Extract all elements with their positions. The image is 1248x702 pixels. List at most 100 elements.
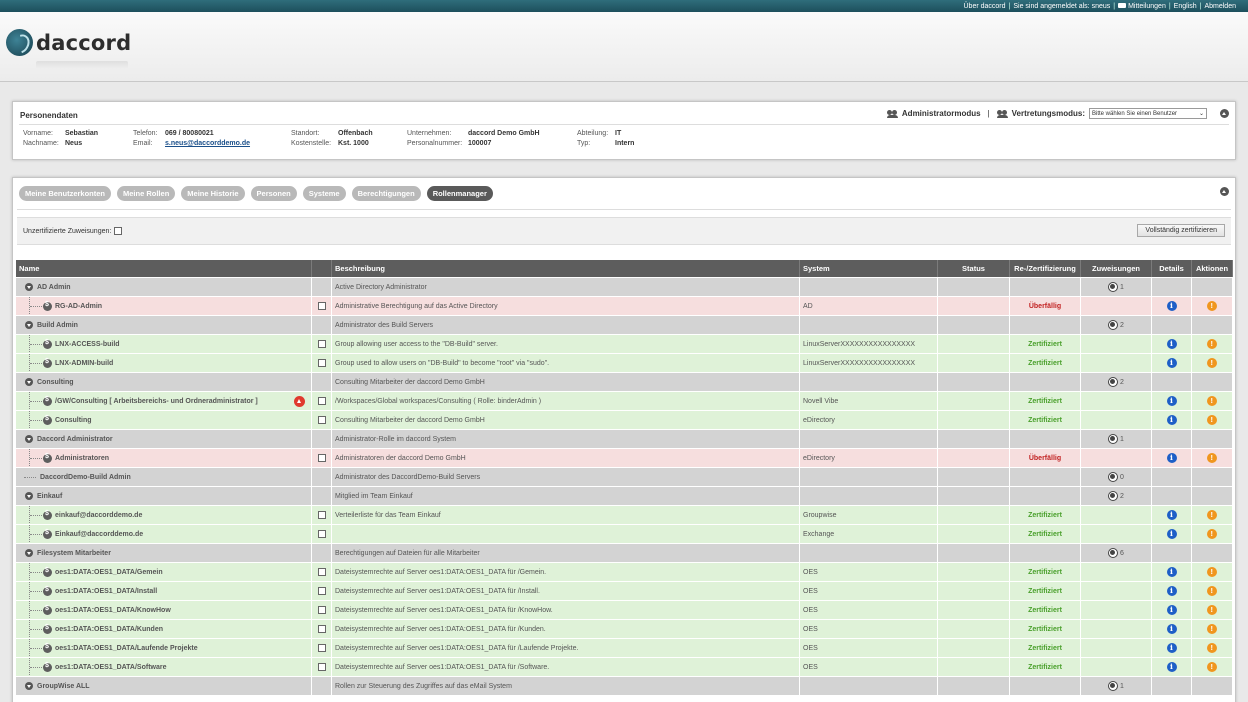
action-icon[interactable] (1207, 358, 1217, 368)
row-checkbox[interactable] (317, 397, 326, 405)
tab-meine-benutzerkonten[interactable]: Meine Benutzerkonten (19, 186, 112, 201)
permission-name[interactable]: oes1:DATA:OES1_DATA/Laufende Projekte (55, 645, 198, 652)
row-checkbox[interactable] (317, 606, 326, 614)
action-icon[interactable] (1207, 510, 1217, 520)
row-checkbox[interactable] (317, 340, 326, 348)
row-checkbox[interactable] (317, 530, 326, 538)
tab-rollenmanager[interactable]: Rollenmanager (426, 186, 493, 201)
about-link[interactable]: Über daccord (964, 3, 1006, 10)
permission-name[interactable]: oes1:DATA:OES1_DATA/Install (55, 588, 157, 595)
info-icon[interactable] (1166, 643, 1177, 653)
role-name[interactable]: Consulting (37, 379, 74, 386)
tab-personen[interactable]: Personen (250, 186, 297, 201)
row-checkbox[interactable] (317, 663, 326, 671)
info-icon[interactable] (1166, 586, 1177, 596)
status-cell (938, 487, 1010, 505)
role-name[interactable]: Build Admin (37, 322, 78, 329)
permission-name[interactable]: RG-AD-Admin (55, 303, 102, 310)
certify-all-button[interactable]: Vollständig zertifizieren (1137, 224, 1225, 237)
role-name[interactable]: AD Admin (37, 284, 71, 291)
uncertified-checkbox[interactable] (114, 227, 123, 235)
action-icon[interactable] (1207, 643, 1217, 653)
row-checkbox[interactable] (317, 587, 326, 595)
info-icon[interactable] (1166, 624, 1177, 634)
language-link[interactable]: English (1174, 3, 1197, 10)
info-icon[interactable] (1166, 301, 1177, 311)
collapse-icon[interactable] (1220, 109, 1229, 118)
action-icon[interactable] (1207, 453, 1217, 463)
permission-name[interactable]: einkauf@daccorddemo.de (55, 512, 142, 519)
select-cell (312, 601, 332, 619)
action-icon[interactable] (1207, 529, 1217, 539)
permission-name[interactable]: Einkauf@daccorddemo.de (55, 531, 143, 538)
row-checkbox[interactable] (317, 302, 326, 310)
row-checkbox[interactable] (317, 568, 326, 576)
expand-toggle-icon[interactable] (25, 378, 33, 386)
expand-toggle-icon[interactable] (25, 321, 33, 329)
header-status[interactable]: Status (938, 260, 1010, 277)
action-icon[interactable] (1207, 605, 1217, 615)
info-icon[interactable] (1166, 453, 1177, 463)
permission-name[interactable]: oes1:DATA:OES1_DATA/Kunden (55, 626, 163, 633)
permission-name[interactable]: Administratoren (55, 455, 109, 462)
admin-mode-link[interactable]: Administratormodus (902, 109, 981, 118)
info-icon[interactable] (1166, 605, 1177, 615)
action-icon[interactable] (1207, 662, 1217, 672)
info-icon[interactable] (1166, 396, 1177, 406)
info-icon[interactable] (1166, 662, 1177, 672)
permission-name[interactable]: LNX-ADMIN-build (55, 360, 113, 367)
row-checkbox[interactable] (317, 644, 326, 652)
expand-toggle-icon[interactable] (25, 549, 33, 557)
permission-name[interactable]: /GW/Consulting [ Arbeitsbereichs- und Or… (55, 398, 258, 405)
action-icon[interactable] (1207, 586, 1217, 596)
email-link[interactable]: s.neus@daccorddemo.de (165, 140, 250, 147)
expand-toggle-icon[interactable] (25, 492, 33, 500)
role-name[interactable]: Einkauf (37, 493, 62, 500)
expand-toggle-icon[interactable] (25, 682, 33, 690)
row-checkbox[interactable] (317, 625, 326, 633)
action-icon[interactable] (1207, 301, 1217, 311)
field-value: 100007 (468, 140, 492, 147)
action-icon[interactable] (1207, 624, 1217, 634)
action-icon[interactable] (1207, 339, 1217, 349)
deputy-user-select[interactable]: Bitte wählen Sie einen Benutzer ⌄ (1089, 108, 1207, 119)
role-name[interactable]: DaccordDemo-Build Admin (40, 474, 131, 481)
tab-meine-rollen[interactable]: Meine Rollen (117, 186, 176, 201)
action-icon[interactable] (1207, 415, 1217, 425)
collapse-icon[interactable] (1220, 187, 1229, 196)
permission-name[interactable]: oes1:DATA:OES1_DATA/Gemein (55, 569, 163, 576)
messages-link[interactable]: Mitteilungen (1118, 3, 1166, 10)
action-icon[interactable] (1207, 567, 1217, 577)
tab-meine-historie[interactable]: Meine Historie (181, 186, 245, 201)
role-name[interactable]: Filesystem Mitarbeiter (37, 550, 111, 557)
header-system[interactable]: System (800, 260, 938, 277)
info-icon[interactable] (1166, 358, 1177, 368)
action-icon[interactable] (1207, 396, 1217, 406)
permission-name[interactable]: LNX-ACCESS-build (55, 341, 120, 348)
permission-name[interactable]: oes1:DATA:OES1_DATA/Software (55, 664, 167, 671)
expand-toggle-icon[interactable] (25, 435, 33, 443)
role-name[interactable]: Daccord Administrator (37, 436, 113, 443)
logo[interactable]: daccord (6, 29, 131, 56)
expand-toggle-icon[interactable] (25, 283, 33, 291)
info-icon[interactable] (1166, 529, 1177, 539)
info-icon[interactable] (1166, 339, 1177, 349)
warning-icon[interactable] (294, 396, 305, 407)
header-description[interactable]: Beschreibung (332, 260, 800, 277)
header-assignments[interactable]: Zuweisungen (1081, 260, 1152, 277)
logout-link[interactable]: Abmelden (1204, 3, 1236, 10)
tab-systeme[interactable]: Systeme (302, 186, 346, 201)
row-checkbox[interactable] (317, 454, 326, 462)
info-icon[interactable] (1166, 567, 1177, 577)
header-name[interactable]: Name (16, 260, 312, 277)
permission-name[interactable]: Consulting (55, 417, 92, 424)
row-checkbox[interactable] (317, 416, 326, 424)
row-checkbox[interactable] (317, 511, 326, 519)
header-certification[interactable]: Re-/Zertifizierung (1010, 260, 1081, 277)
permission-name[interactable]: oes1:DATA:OES1_DATA/KnowHow (55, 607, 171, 614)
info-icon[interactable] (1166, 415, 1177, 425)
row-checkbox[interactable] (317, 359, 326, 367)
info-icon[interactable] (1166, 510, 1177, 520)
tab-berechtigungen[interactable]: Berechtigungen (351, 186, 421, 201)
role-name[interactable]: GroupWise ALL (37, 683, 90, 690)
